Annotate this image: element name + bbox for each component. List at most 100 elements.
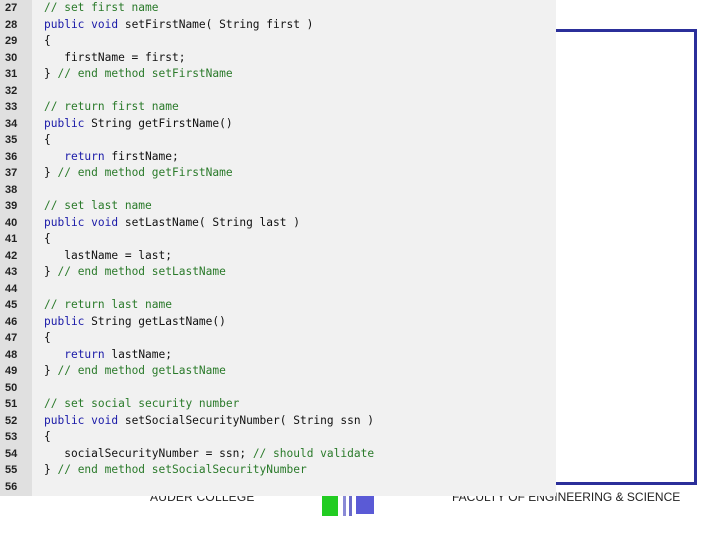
line-number: 55 <box>5 464 18 476</box>
line-number: 44 <box>5 282 18 295</box>
code-comment: // end method getLastName <box>57 364 226 377</box>
code-token: { <box>44 232 51 245</box>
code-line: 49} // end method getLastName <box>0 363 556 380</box>
code-line: 56 <box>0 479 556 496</box>
code-text: { <box>44 33 51 50</box>
line-number: 35 <box>5 134 18 146</box>
code-keyword: public void <box>44 413 125 427</box>
code-comment: // set social security number <box>44 397 240 410</box>
line-number: 28 <box>5 18 18 31</box>
code-comment: // end method setSocialSecurityNumber <box>57 463 307 476</box>
code-line: 36 return firstName; <box>0 149 556 166</box>
code-token: { <box>44 331 51 344</box>
line-number: 46 <box>5 315 18 328</box>
code-comment: // set last name <box>44 199 152 212</box>
code-token: firstName = first; <box>44 50 186 64</box>
code-line: 28 public void setFirstName( String first… <box>0 17 556 34</box>
code-token: String getFirstName() <box>91 116 233 130</box>
line-number: 32 <box>5 84 18 97</box>
code-text: // set first name <box>44 0 159 17</box>
code-text: // set last name <box>44 198 152 215</box>
line-number: 48 <box>5 348 18 361</box>
code-text: socialSecurityNumber = ssn; // should va… <box>44 446 374 463</box>
code-text: public void setSocialSecurityNumber( Str… <box>44 413 374 430</box>
code-text: lastName = last; <box>44 248 172 265</box>
code-keyword: public <box>44 116 92 130</box>
code-text: { <box>44 132 51 149</box>
line-number: 50 <box>5 381 18 394</box>
line-number: 45 <box>5 299 18 311</box>
code-line: 33 // return first name <box>0 99 556 116</box>
logo-bar <box>343 496 346 516</box>
code-line: 53 { <box>0 429 556 446</box>
slide-frame-right-border <box>694 29 697 485</box>
code-token: } <box>44 265 58 278</box>
line-number: 39 <box>5 200 18 212</box>
code-token: lastName; <box>111 347 172 361</box>
code-text: firstName = first; <box>44 50 185 67</box>
code-line: 29 { <box>0 33 556 50</box>
code-token: { <box>44 133 51 146</box>
code-line: 50 <box>0 380 556 397</box>
line-number: 36 <box>5 150 18 163</box>
code-line: 41 { <box>0 231 556 248</box>
code-line: 45 // return last name <box>0 297 556 314</box>
code-text: public void setFirstName( String first ) <box>44 17 313 34</box>
line-number: 56 <box>5 480 18 493</box>
line-number: 34 <box>5 117 18 130</box>
code-text: // return first name <box>44 99 179 116</box>
logo-green-block <box>322 496 338 516</box>
code-text: return firstName; <box>44 149 179 166</box>
code-line: 37} // end method getFirstName <box>0 165 556 182</box>
code-token: socialSecurityNumber = ssn; <box>44 446 253 460</box>
code-line: 52 public void setSocialSecurityNumber( S… <box>0 413 556 430</box>
code-token: { <box>44 34 51 47</box>
code-token: setLastName( String last ) <box>124 215 300 229</box>
line-number: 52 <box>5 414 18 427</box>
code-token: setSocialSecurityNumber( String ssn ) <box>124 413 375 427</box>
code-comment: // end method getFirstName <box>57 166 233 179</box>
code-line: 54 socialSecurityNumber = ssn; // should… <box>0 446 556 463</box>
code-comment: // should validate <box>252 446 375 460</box>
line-number: 54 <box>5 447 18 460</box>
code-comment: // return last name <box>44 298 172 311</box>
code-token: } <box>44 67 58 80</box>
code-token: { <box>44 430 51 443</box>
line-number: 43 <box>5 266 18 278</box>
code-text: } // end method setLastName <box>44 264 226 281</box>
line-number: 49 <box>5 365 18 377</box>
code-line: 43 } // end method setLastName <box>0 264 556 281</box>
line-number: 33 <box>5 101 18 113</box>
code-text: // return last name <box>44 297 172 314</box>
code-keyword: return <box>64 347 112 361</box>
code-line: 34 public String getFirstName() <box>0 116 556 133</box>
line-number: 38 <box>5 183 18 196</box>
code-line: 55} // end method setSocialSecurityNumbe… <box>0 462 556 479</box>
code-line: 46 public String getLastName() <box>0 314 556 331</box>
code-text: public String getLastName() <box>44 314 226 331</box>
line-number: 31 <box>5 68 18 80</box>
line-number: 47 <box>5 332 18 344</box>
code-line: 38 <box>0 182 556 199</box>
code-line: 30 firstName = first; <box>0 50 556 67</box>
code-token: setFirstName( String first ) <box>124 17 314 31</box>
code-line: 42 lastName = last; <box>0 248 556 265</box>
code-line: 47 { <box>0 330 556 347</box>
code-keyword: public void <box>44 215 125 229</box>
logo-bar <box>349 496 352 516</box>
code-text: // set social security number <box>44 396 239 413</box>
code-line: 27 // set first name <box>0 0 556 17</box>
code-text: { <box>44 231 51 248</box>
code-token: firstName; <box>111 149 179 163</box>
code-token: } <box>44 364 58 377</box>
line-number: 29 <box>5 35 18 47</box>
logo-blue-block <box>356 496 374 514</box>
code-line: 44 <box>0 281 556 298</box>
line-number: 40 <box>5 216 18 229</box>
line-number: 37 <box>5 167 18 179</box>
line-number: 42 <box>5 249 18 262</box>
code-keyword: public <box>44 314 92 328</box>
code-line: 32 <box>0 83 556 100</box>
